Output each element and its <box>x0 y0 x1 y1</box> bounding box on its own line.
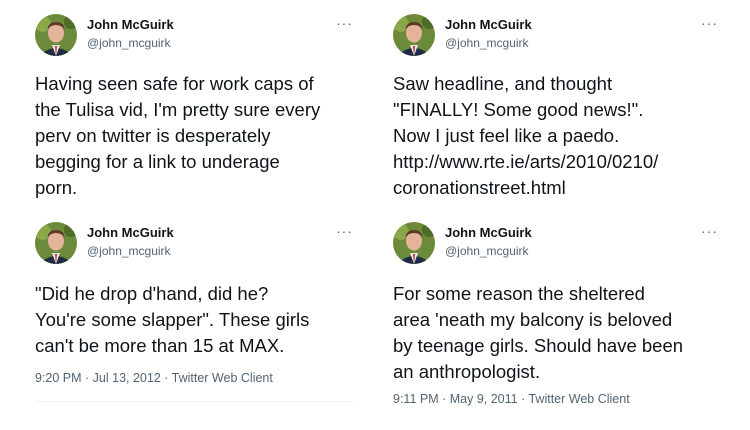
tweet-card[interactable]: John McGuirk @john_mcguirk ··· "Did he d… <box>20 208 365 408</box>
avatar[interactable] <box>393 222 435 264</box>
tweet-text: Having seen safe for work caps of the Tu… <box>35 73 321 198</box>
tweet-text: Saw headline, and thought "FINALLY! Some… <box>393 73 659 198</box>
author-name[interactable]: John McGuirk <box>445 17 532 32</box>
more-options-icon[interactable]: ··· <box>336 224 353 238</box>
tweet-card[interactable]: John McGuirk @john_mcguirk ··· Saw headl… <box>378 0 730 200</box>
avatar[interactable] <box>35 14 77 56</box>
more-options-icon[interactable]: ··· <box>336 16 353 30</box>
tweet-card[interactable]: John McGuirk @john_mcguirk ··· For some … <box>378 208 730 423</box>
author-handle[interactable]: @john_mcguirk <box>445 244 529 258</box>
tweet-timestamp[interactable]: 9:11 PM · May 9, 2011 · Twitter Web Clie… <box>393 392 630 406</box>
author-name[interactable]: John McGuirk <box>87 225 174 240</box>
avatar[interactable] <box>35 222 77 264</box>
author-handle[interactable]: @john_mcguirk <box>87 36 171 50</box>
tweet-text: For some reason the sheltered area 'neat… <box>393 283 684 382</box>
author-name[interactable]: John McGuirk <box>87 17 174 32</box>
tweet-timestamp[interactable]: 9:20 PM · Jul 13, 2012 · Twitter Web Cli… <box>35 371 273 385</box>
divider <box>35 401 355 402</box>
avatar[interactable] <box>393 14 435 56</box>
more-options-icon[interactable]: ··· <box>701 224 718 238</box>
author-handle[interactable]: @john_mcguirk <box>87 244 171 258</box>
more-options-icon[interactable]: ··· <box>701 16 718 30</box>
tweet-text: "Did he drop d'hand, did he? You're some… <box>35 283 310 356</box>
author-handle[interactable]: @john_mcguirk <box>445 36 529 50</box>
author-name[interactable]: John McGuirk <box>445 225 532 240</box>
tweet-card[interactable]: John McGuirk @john_mcguirk ··· Having se… <box>20 0 365 200</box>
